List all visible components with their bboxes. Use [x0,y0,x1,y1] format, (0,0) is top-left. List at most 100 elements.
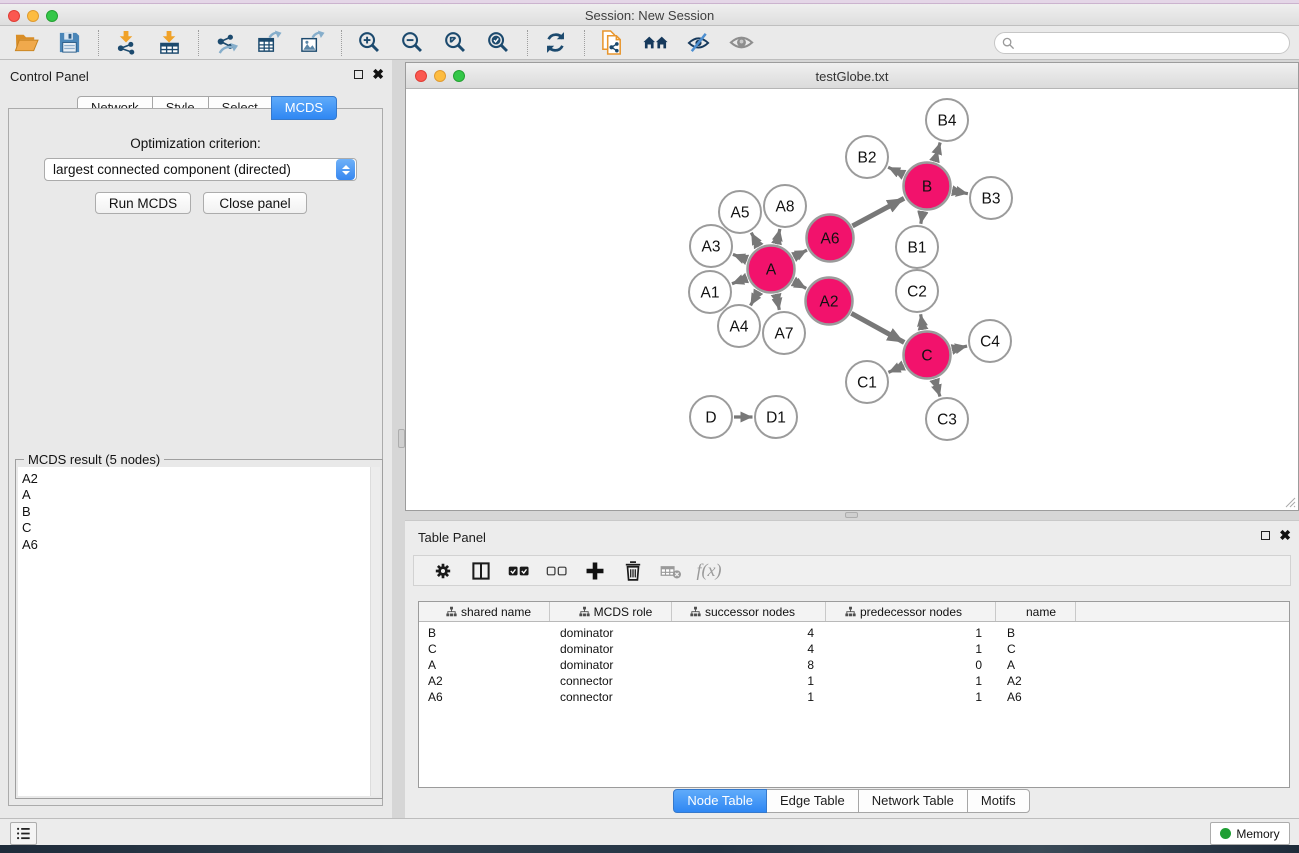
cell[interactable]: 1 [672,690,826,704]
column-header-name[interactable]: name [996,602,1076,621]
edge-A-A2[interactable] [793,281,806,288]
select-all-checks-icon[interactable] [504,558,534,584]
export-network-icon[interactable] [208,28,244,58]
edge-A-A3[interactable] [733,254,747,259]
edge-C-C1[interactable] [888,365,903,372]
home-pair-icon[interactable] [637,28,673,58]
cell[interactable]: A2 [996,674,1076,688]
edge-A-A6[interactable] [794,250,807,257]
table-row[interactable]: A2connector11A2 [419,673,1289,689]
cell[interactable]: 1 [826,626,996,640]
cell[interactable]: B [996,626,1076,640]
vertical-scrollbar-thumb[interactable] [398,429,405,448]
cell[interactable]: 0 [826,658,996,672]
zoom-fit-icon[interactable] [437,28,473,58]
edge-A2-C[interactable] [851,313,904,342]
zoom-out-icon[interactable] [394,28,430,58]
cell[interactable]: dominator [550,658,672,672]
close-panel-button[interactable]: Close panel [203,192,307,214]
run-mcds-button[interactable]: Run MCDS [95,192,191,214]
resize-grip-icon[interactable] [1284,496,1296,508]
save-session-icon[interactable] [51,28,87,58]
edge-C-C3[interactable] [935,379,940,396]
cell[interactable]: A [996,658,1076,672]
edge-B-B2[interactable] [888,167,904,175]
cell[interactable]: 8 [672,658,826,672]
table-row[interactable]: Cdominator41C [419,641,1289,657]
cell[interactable]: A [419,658,550,672]
edge-A-A8[interactable] [777,229,780,244]
cell[interactable]: B [419,626,550,640]
cell[interactable]: 1 [826,674,996,688]
cell[interactable]: C [419,642,550,656]
edge-A-A7[interactable] [776,294,779,310]
cell[interactable]: 1 [672,674,826,688]
cell[interactable]: A2 [419,674,550,688]
edge-B-B1[interactable] [921,211,923,224]
close-table-panel-icon[interactable]: ✖ [1279,530,1291,540]
cell[interactable]: connector [550,674,672,688]
result-scrollbar[interactable] [370,467,380,796]
mcds-result-list[interactable]: A2ABCA6 [18,467,380,796]
result-item[interactable]: A [18,487,380,503]
cell[interactable]: A6 [996,690,1076,704]
result-item[interactable]: A6 [18,537,380,553]
horizontal-scrollbar-thumb[interactable] [845,512,858,518]
column-header-MCDS-role[interactable]: MCDS role [550,602,672,621]
edge-A-A1[interactable] [732,278,747,284]
add-row-plus-icon[interactable] [580,558,610,584]
cell[interactable]: dominator [550,642,672,656]
close-panel-icon[interactable]: ✖ [372,69,384,79]
cell[interactable]: A6 [419,690,550,704]
export-image-icon[interactable] [294,28,330,58]
node-table[interactable]: shared nameMCDS rolesuccessor nodesprede… [418,601,1290,788]
table-row[interactable]: A6connector11A6 [419,689,1289,705]
edge-C-C4[interactable] [952,346,967,349]
tab-motifs[interactable]: Motifs [967,789,1030,813]
cell[interactable]: connector [550,690,672,704]
float-table-panel-icon[interactable] [1261,531,1270,540]
cell[interactable]: 1 [826,642,996,656]
hide-labels-icon[interactable] [680,28,716,58]
table-row[interactable]: Adominator80A [419,657,1289,673]
tab-node-table[interactable]: Node Table [673,789,767,813]
network-window-titlebar[interactable]: testGlobe.txt [406,63,1298,89]
show-eye-icon[interactable] [723,28,759,58]
criterion-dropdown[interactable]: largest connected component (directed) [44,158,357,181]
search-field[interactable] [994,32,1290,54]
float-panel-icon[interactable] [354,70,363,79]
result-item[interactable]: C [18,520,380,536]
search-input[interactable] [1019,34,1289,52]
network-from-file-icon[interactable] [594,28,630,58]
import-table-icon[interactable] [151,28,187,58]
cell[interactable]: 1 [826,690,996,704]
tab-mcds[interactable]: MCDS [271,96,337,120]
cell[interactable]: 4 [672,626,826,640]
tab-edge-table[interactable]: Edge Table [766,789,859,813]
import-network-icon[interactable] [108,28,144,58]
zoom-selected-icon[interactable] [480,28,516,58]
network-canvas[interactable]: B4B2BB3A5A8A6B1A3AC2A1A2A4A7C4CC1C3DD1 [406,89,1298,510]
refresh-view-icon[interactable] [537,28,573,58]
cell[interactable]: dominator [550,626,672,640]
column-header-successor-nodes[interactable]: successor nodes [672,602,826,621]
gear-icon[interactable] [428,558,458,584]
edge-A-A5[interactable] [751,233,759,247]
edge-A6-B[interactable] [852,198,904,226]
column-header-predecessor-nodes[interactable]: predecessor nodes [826,602,996,621]
zoom-in-icon[interactable] [351,28,387,58]
export-table-icon[interactable] [251,28,287,58]
cell[interactable]: C [996,642,1076,656]
cell[interactable]: 4 [672,642,826,656]
table-row[interactable]: Bdominator41B [419,625,1289,641]
tab-network-table[interactable]: Network Table [858,789,968,813]
edge-B-B3[interactable] [952,191,968,194]
edge-C-C2[interactable] [921,314,923,330]
memory-button[interactable]: Memory [1210,822,1290,845]
task-history-button[interactable] [10,822,37,845]
edge-B-B4[interactable] [934,142,940,161]
result-item[interactable]: A2 [18,471,380,487]
deselect-all-checks-icon[interactable] [542,558,572,584]
delete-trash-icon[interactable] [618,558,648,584]
edge-A-A4[interactable] [751,291,759,305]
